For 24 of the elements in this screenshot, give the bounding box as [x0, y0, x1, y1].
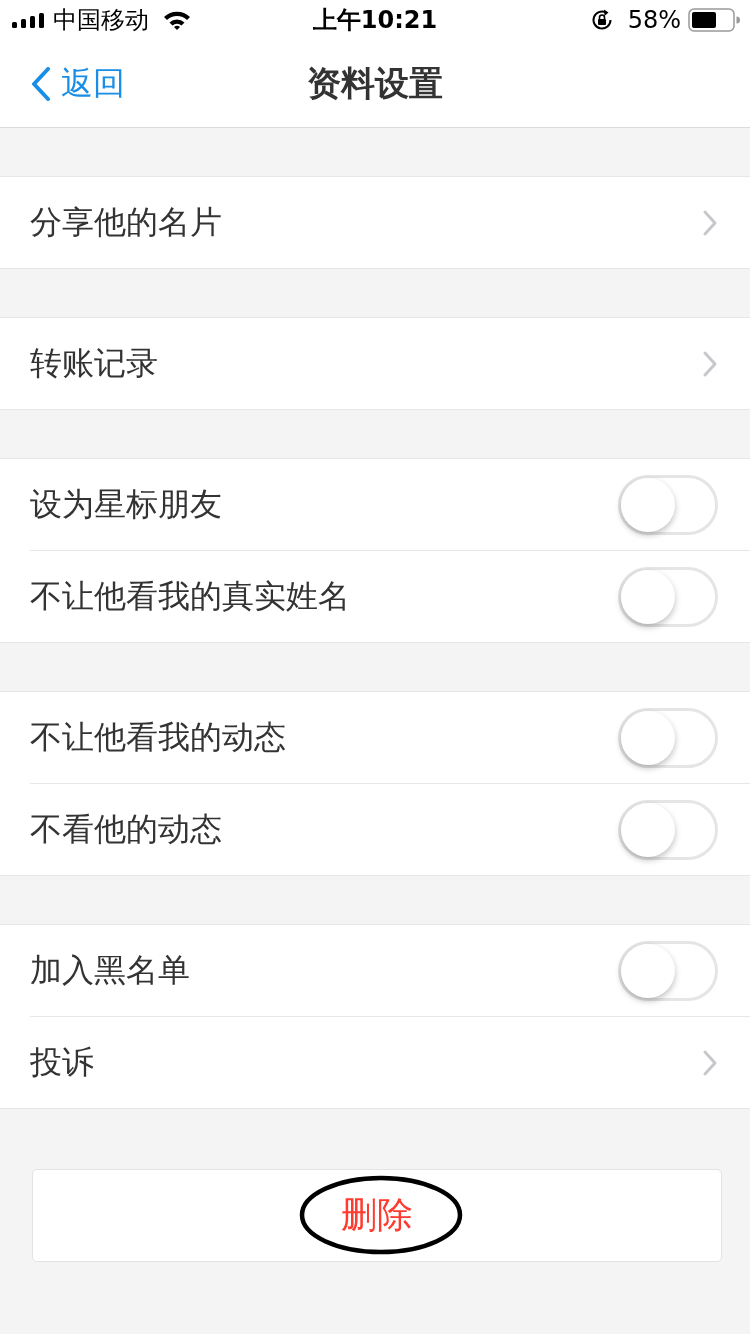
setting-label: 设为星标朋友 [30, 483, 222, 525]
signal-icon [12, 12, 45, 28]
toggle-switch[interactable] [618, 474, 718, 535]
menu-item[interactable]: 投诉 [30, 1016, 750, 1108]
setting-label: 不让他看我的动态 [30, 716, 286, 758]
delete-button[interactable]: 删除 [32, 1169, 722, 1262]
toggle-switch[interactable] [618, 940, 718, 1001]
setting-label: 加入黑名单 [30, 949, 190, 991]
chevron-left-icon [31, 66, 51, 101]
status-time: 上午10:21 [312, 5, 438, 36]
battery-percent: 58% [627, 6, 681, 34]
chevron-right-icon [702, 208, 718, 237]
battery-icon [688, 8, 740, 32]
page-title: 资料设置 [307, 61, 443, 105]
toggle-switch[interactable] [618, 707, 718, 768]
rotation-lock-icon [589, 8, 614, 32]
setting-label: 不看他的动态 [30, 808, 222, 850]
setting-label: 不让他看我的真实姓名 [30, 575, 350, 617]
chevron-right-icon [702, 1048, 718, 1077]
carrier-name: 中国移动 [53, 5, 149, 36]
wifi-icon [163, 10, 191, 30]
toggle-switch[interactable] [618, 799, 718, 860]
chevron-right-icon [702, 349, 718, 378]
toggle-switch[interactable] [618, 566, 718, 627]
